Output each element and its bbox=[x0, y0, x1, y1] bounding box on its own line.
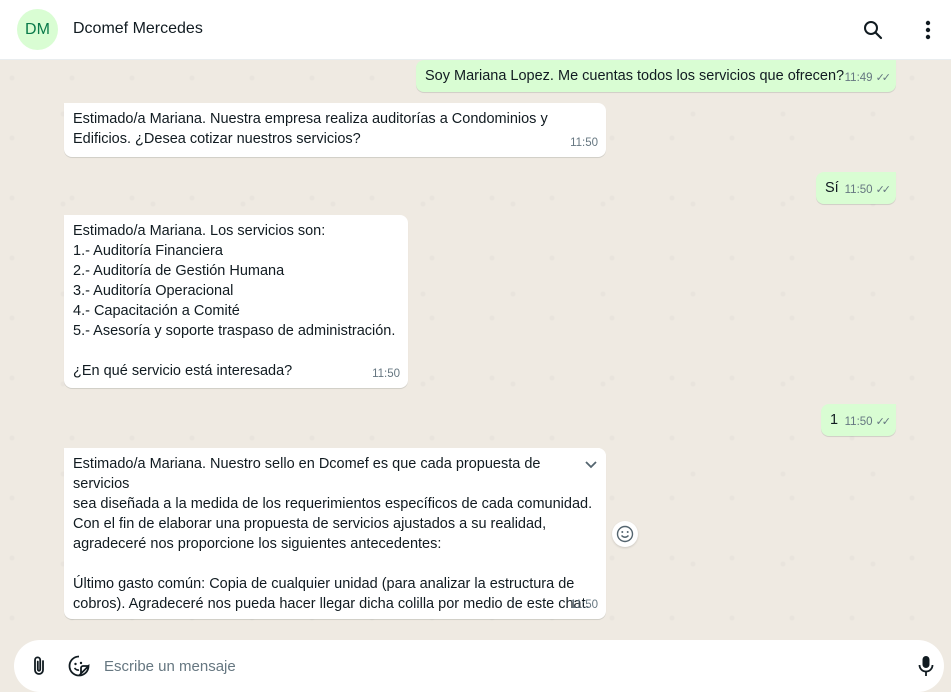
message-outgoing[interactable]: 1 11:50 ✓✓ bbox=[821, 404, 896, 436]
message-input[interactable] bbox=[104, 650, 894, 682]
message-meta: 11:50 bbox=[570, 133, 598, 153]
message-time: 11:50 bbox=[844, 416, 873, 428]
attach-button[interactable] bbox=[27, 654, 51, 678]
message-outgoing[interactable]: Soy Mariana Lopez. Me cuentas todos los … bbox=[416, 60, 896, 92]
message-meta: 11:50 ✓✓ bbox=[844, 180, 892, 200]
chat-area[interactable]: Soy Mariana Lopez. Me cuentas todos los … bbox=[0, 60, 951, 634]
search-icon bbox=[864, 21, 883, 40]
read-ticks-icon: ✓✓ bbox=[875, 184, 892, 196]
message-text: 1 bbox=[830, 412, 839, 428]
contact-name[interactable]: Dcomef Mercedes bbox=[73, 20, 203, 38]
chat-header: DM Dcomef Mercedes bbox=[0, 0, 951, 60]
message-time: 11:50 bbox=[570, 137, 598, 149]
avatar[interactable]: DM bbox=[17, 9, 58, 50]
message-time: 11:49 bbox=[844, 72, 873, 84]
read-ticks-icon: ✓✓ bbox=[875, 72, 892, 84]
message-text: Estimado/a Mariana. Nuestra empresa real… bbox=[73, 111, 548, 147]
message-time: 11:50 bbox=[570, 599, 598, 611]
message-meta: 11:49 ✓✓ bbox=[844, 68, 892, 88]
message-meta: 11:50 bbox=[372, 364, 400, 384]
message-outgoing[interactable]: Sí 11:50 ✓✓ bbox=[816, 172, 896, 204]
react-button[interactable] bbox=[612, 521, 638, 547]
composer bbox=[14, 640, 944, 692]
read-ticks-icon: ✓✓ bbox=[875, 416, 892, 428]
message-text: Estimado/a Mariana. Nuestro sello en Dco… bbox=[73, 456, 593, 612]
more-vertical-icon bbox=[925, 20, 931, 40]
message-options-button[interactable] bbox=[582, 456, 600, 474]
emoji-icon bbox=[616, 525, 634, 543]
message-text: Soy Mariana Lopez. Me cuentas todos los … bbox=[425, 68, 845, 84]
message-text: Estimado/a Mariana. Los servicios son: 1… bbox=[73, 223, 396, 379]
chevron-down-icon bbox=[585, 461, 597, 469]
mic-icon bbox=[918, 656, 934, 676]
message-time: 11:50 bbox=[844, 184, 873, 196]
mic-button[interactable] bbox=[914, 654, 938, 678]
menu-button[interactable] bbox=[912, 14, 944, 46]
message-meta: 11:50 ✓✓ bbox=[844, 412, 892, 432]
message-incoming[interactable]: Estimado/a Mariana. Nuestra empresa real… bbox=[64, 103, 606, 157]
composer-bar bbox=[0, 634, 951, 692]
message-text: Sí bbox=[825, 180, 839, 196]
sticker-icon bbox=[68, 655, 90, 677]
sticker-button[interactable] bbox=[67, 654, 91, 678]
message-meta: 11:50 bbox=[570, 595, 598, 615]
paperclip-icon bbox=[34, 656, 44, 675]
message-incoming[interactable]: Estimado/a Mariana. Los servicios son: 1… bbox=[64, 215, 408, 388]
message-incoming[interactable]: Estimado/a Mariana. Nuestro sello en Dco… bbox=[64, 448, 606, 619]
message-time: 11:50 bbox=[372, 368, 400, 380]
search-button[interactable] bbox=[857, 14, 889, 46]
